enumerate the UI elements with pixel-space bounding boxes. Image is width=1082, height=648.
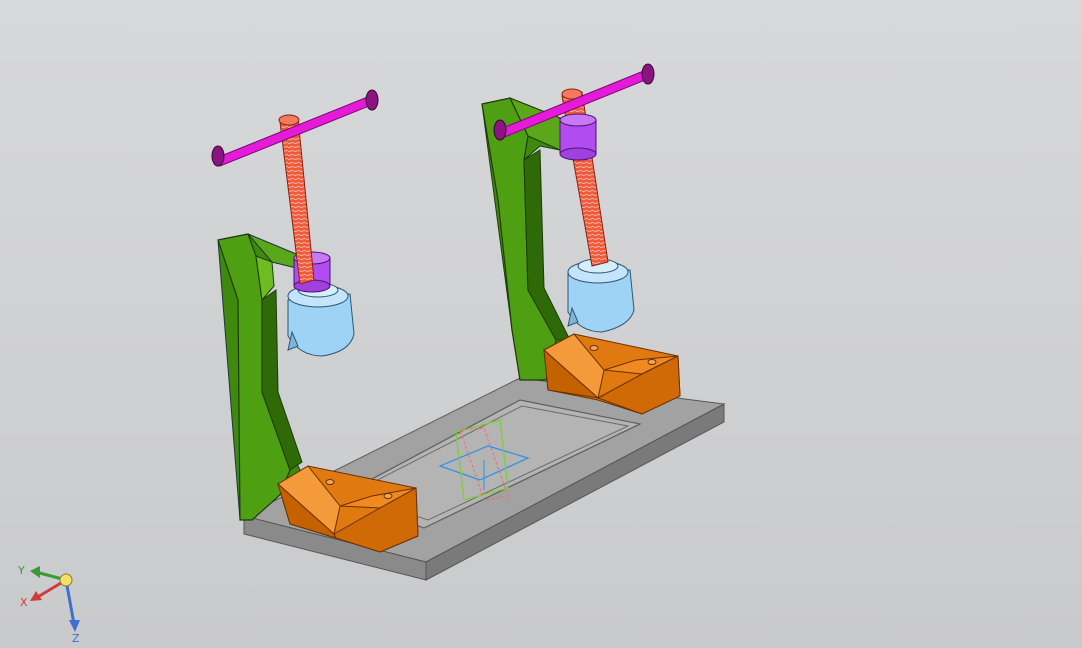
clamp-pad-front[interactable] <box>287 282 355 357</box>
axis-triad: Y X Z <box>17 564 80 645</box>
3d-viewport[interactable]: Y X Z <box>0 0 1082 648</box>
y-axis-label: Y <box>17 564 25 577</box>
z-axis-label: Z <box>72 632 80 645</box>
nut-back[interactable] <box>559 113 597 161</box>
clamp-pad-back[interactable] <box>567 258 635 333</box>
assembly-model[interactable]: Y X Z <box>0 0 1082 648</box>
right-frame[interactable] <box>481 97 571 381</box>
x-axis-label: X <box>20 596 28 609</box>
